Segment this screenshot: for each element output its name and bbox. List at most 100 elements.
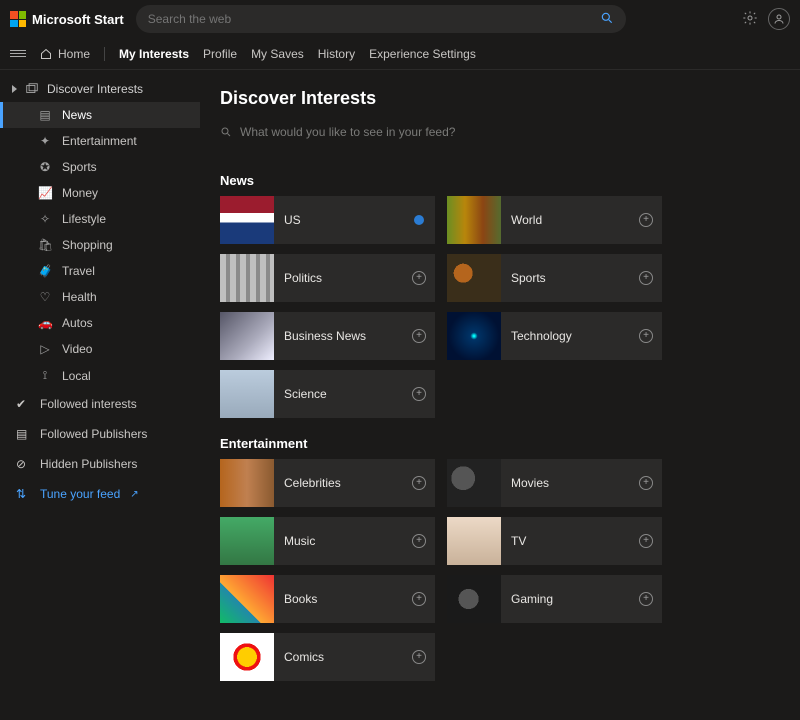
card-celebrities[interactable]: Celebrities+ bbox=[220, 459, 435, 507]
sidebar-followed-interests[interactable]: ✔ Followed interests bbox=[0, 389, 200, 419]
sidebar-item-video[interactable]: ▷Video bbox=[0, 336, 200, 362]
card-technology[interactable]: Technology+ bbox=[447, 312, 662, 360]
external-link-icon: ↗ bbox=[130, 489, 138, 500]
card-tv[interactable]: TV+ bbox=[447, 517, 662, 565]
add-icon[interactable]: + bbox=[638, 476, 662, 490]
nav-home[interactable]: Home bbox=[40, 47, 90, 61]
thumb-us bbox=[220, 196, 274, 244]
card-label: Science bbox=[274, 387, 411, 401]
entertainment-grid: Celebrities+ Movies+ Music+ TV+ Books+ G… bbox=[220, 459, 780, 681]
menu-icon[interactable] bbox=[10, 50, 26, 57]
thumb-tv bbox=[447, 517, 501, 565]
card-business-news[interactable]: Business News+ bbox=[220, 312, 435, 360]
shopping-icon: 🛍 bbox=[38, 238, 52, 252]
nav-history[interactable]: History bbox=[318, 47, 355, 61]
thumb-music bbox=[220, 517, 274, 565]
add-icon[interactable]: + bbox=[638, 592, 662, 606]
brand-name: Microsoft Start bbox=[32, 12, 124, 27]
card-comics[interactable]: Comics+ bbox=[220, 633, 435, 681]
add-icon[interactable]: + bbox=[411, 476, 435, 490]
sidebar-item-local[interactable]: ⟟Local bbox=[0, 362, 200, 389]
thumb-gaming bbox=[447, 575, 501, 623]
card-gaming[interactable]: Gaming+ bbox=[447, 575, 662, 623]
add-icon[interactable]: + bbox=[411, 329, 435, 343]
card-movies[interactable]: Movies+ bbox=[447, 459, 662, 507]
sidebar-item-sports[interactable]: ✪ Sports bbox=[0, 154, 200, 180]
sidebar-item-label: Money bbox=[62, 186, 98, 200]
sub-nav: Home My Interests Profile My Saves Histo… bbox=[0, 38, 800, 70]
add-icon[interactable]: + bbox=[411, 592, 435, 606]
nav-my-interests[interactable]: My Interests bbox=[119, 47, 189, 61]
card-label: TV bbox=[501, 534, 638, 548]
thumb-comics bbox=[220, 633, 274, 681]
nav-my-saves[interactable]: My Saves bbox=[251, 47, 304, 61]
topbar-actions bbox=[742, 8, 790, 30]
card-sports[interactable]: Sports+ bbox=[447, 254, 662, 302]
sidebar-followed-publishers[interactable]: ▤ Followed Publishers bbox=[0, 419, 200, 449]
travel-icon: 🧳 bbox=[38, 264, 52, 278]
sidebar-discover-interests[interactable]: Discover Interests bbox=[0, 76, 200, 102]
sidebar-item-entertainment[interactable]: ✦Entertainment bbox=[0, 128, 200, 154]
sidebar-hidden-publishers[interactable]: ⊘Hidden Publishers bbox=[0, 449, 200, 479]
sidebar-label: Followed Publishers bbox=[40, 427, 147, 441]
card-label: Movies bbox=[501, 476, 638, 490]
add-icon[interactable]: + bbox=[411, 534, 435, 548]
sidebar-item-label: Autos bbox=[62, 316, 93, 330]
body-layout: Discover Interests ▤News ✦Entertainment … bbox=[0, 70, 800, 720]
sidebar-item-travel[interactable]: 🧳 Travel bbox=[0, 258, 200, 284]
feed-search[interactable]: What would you like to see in your feed? bbox=[220, 119, 780, 149]
add-icon[interactable]: + bbox=[638, 271, 662, 285]
news-icon: ▤ bbox=[38, 108, 52, 122]
nav-profile[interactable]: Profile bbox=[203, 47, 237, 61]
sidebar-tune-feed[interactable]: ⇅Tune your feed↗ bbox=[0, 479, 200, 509]
add-icon[interactable]: + bbox=[638, 534, 662, 548]
card-us[interactable]: US bbox=[220, 196, 435, 244]
local-icon: ⟟ bbox=[38, 368, 52, 383]
thumb-politics bbox=[220, 254, 274, 302]
tune-icon: ⇅ bbox=[16, 487, 30, 501]
sidebar-item-health[interactable]: ♡Health bbox=[0, 284, 200, 310]
brand-block[interactable]: Microsoft Start bbox=[10, 11, 124, 27]
add-icon[interactable]: + bbox=[411, 271, 435, 285]
card-world[interactable]: World+ bbox=[447, 196, 662, 244]
sidebar-label: Followed interests bbox=[40, 397, 137, 411]
sidebar-item-lifestyle[interactable]: ✧Lifestyle bbox=[0, 206, 200, 232]
check-circle-icon: ✔ bbox=[16, 397, 30, 411]
sidebar-item-label: Entertainment bbox=[62, 134, 137, 148]
sidebar-item-label: Travel bbox=[62, 264, 95, 278]
add-icon[interactable]: + bbox=[411, 650, 435, 664]
add-icon[interactable]: + bbox=[411, 387, 435, 401]
sidebar: Discover Interests ▤News ✦Entertainment … bbox=[0, 70, 200, 720]
sidebar-discover-label: Discover Interests bbox=[47, 82, 143, 96]
sidebar-item-money[interactable]: 📈Money bbox=[0, 180, 200, 206]
nav-experience-settings[interactable]: Experience Settings bbox=[369, 47, 476, 61]
account-icon[interactable] bbox=[768, 8, 790, 30]
sidebar-item-autos[interactable]: 🚗 Autos bbox=[0, 310, 200, 336]
card-science[interactable]: Science+ bbox=[220, 370, 435, 418]
card-music[interactable]: Music+ bbox=[220, 517, 435, 565]
sidebar-item-shopping[interactable]: 🛍Shopping bbox=[0, 232, 200, 258]
main-content: Discover Interests What would you like t… bbox=[200, 70, 800, 720]
publishers-icon: ▤ bbox=[16, 427, 30, 441]
add-icon[interactable]: + bbox=[638, 329, 662, 343]
settings-icon[interactable] bbox=[742, 10, 758, 29]
microsoft-logo-icon bbox=[10, 11, 26, 27]
search-icon bbox=[220, 126, 232, 138]
search-icon[interactable] bbox=[600, 11, 614, 28]
sidebar-item-label: Health bbox=[62, 290, 97, 304]
card-books[interactable]: Books+ bbox=[220, 575, 435, 623]
search-input[interactable] bbox=[148, 12, 600, 26]
sidebar-item-news[interactable]: ▤News bbox=[0, 102, 200, 128]
sidebar-item-label: Video bbox=[62, 342, 92, 356]
autos-icon: 🚗 bbox=[38, 316, 52, 330]
followed-indicator-icon[interactable] bbox=[411, 215, 435, 225]
thumb-world bbox=[447, 196, 501, 244]
thumb-science bbox=[220, 370, 274, 418]
chevron-right-icon bbox=[12, 85, 17, 93]
card-politics[interactable]: Politics+ bbox=[220, 254, 435, 302]
card-label: Music bbox=[274, 534, 411, 548]
add-icon[interactable]: + bbox=[638, 213, 662, 227]
web-search-bar[interactable] bbox=[136, 5, 626, 33]
sidebar-item-label: Sports bbox=[62, 160, 97, 174]
sports-icon: ✪ bbox=[38, 160, 52, 174]
